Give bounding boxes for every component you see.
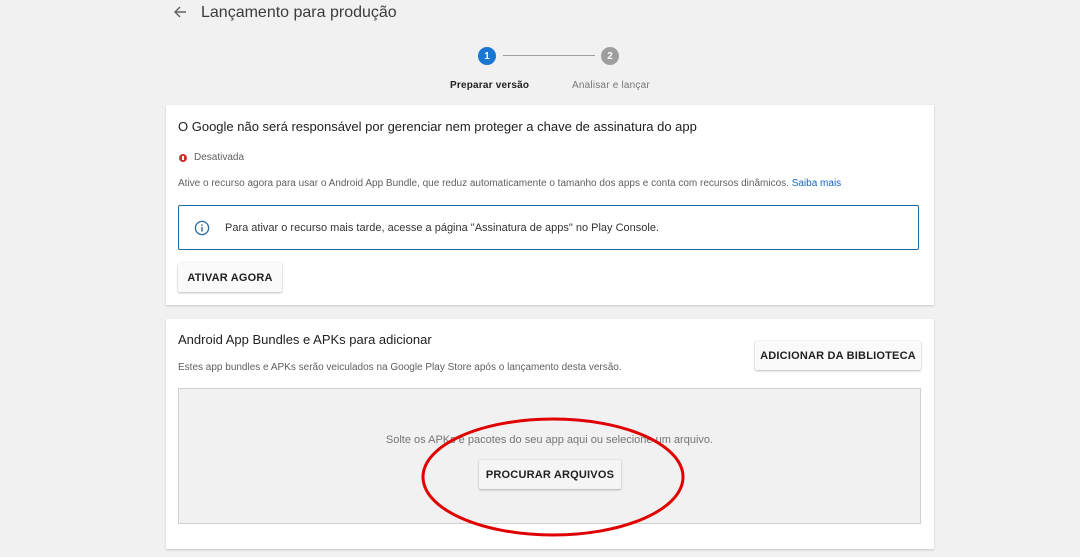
learn-more-link[interactable]: Saiba mais [792,178,841,189]
info-banner: Para ativar o recurso mais tarde, acesse… [178,205,919,250]
info-icon [194,220,210,236]
bundles-card: Android App Bundles e APKs para adiciona… [166,319,934,549]
signing-description-text: Ative o recurso agora para usar o Androi… [178,178,789,189]
info-banner-text: Para ativar o recurso mais tarde, acesse… [225,221,659,234]
app-signing-card: O Google não será responsável por gerenc… [166,105,934,305]
step-1-label: Preparar versão [450,80,530,91]
signing-card-title: O Google não será responsável por gerenc… [178,119,697,134]
release-page: Lançamento para produção 1 2 Preparar ve… [0,0,1080,557]
stepper-connector [503,55,595,56]
bundles-description: Estes app bundles e APKs serão veiculado… [178,362,622,373]
page-title: Lançamento para produção [201,4,397,21]
file-drop-zone[interactable]: Solte os APKs e pacotes do seu app aqui … [178,388,921,524]
signing-status: Desativada [179,152,244,163]
step-2-label: Analisar e lançar [572,80,650,91]
drop-zone-text: Solte os APKs e pacotes do seu app aqui … [385,434,714,446]
add-from-library-button[interactable]: ADICIONAR DA BIBLIOTECA [755,341,921,370]
back-arrow-icon[interactable] [171,3,189,21]
step-1-indicator[interactable]: 1 [478,47,496,65]
signing-description: Ative o recurso agora para usar o Androi… [178,178,841,190]
browse-files-button[interactable]: PROCURAR ARQUIVOS [479,460,621,489]
step-2-indicator[interactable]: 2 [601,47,619,65]
status-label: Desativada [194,152,245,163]
error-dot-icon [179,153,187,162]
bundles-card-title: Android App Bundles e APKs para adiciona… [178,332,432,347]
activate-now-button[interactable]: ATIVAR AGORA [178,263,282,292]
